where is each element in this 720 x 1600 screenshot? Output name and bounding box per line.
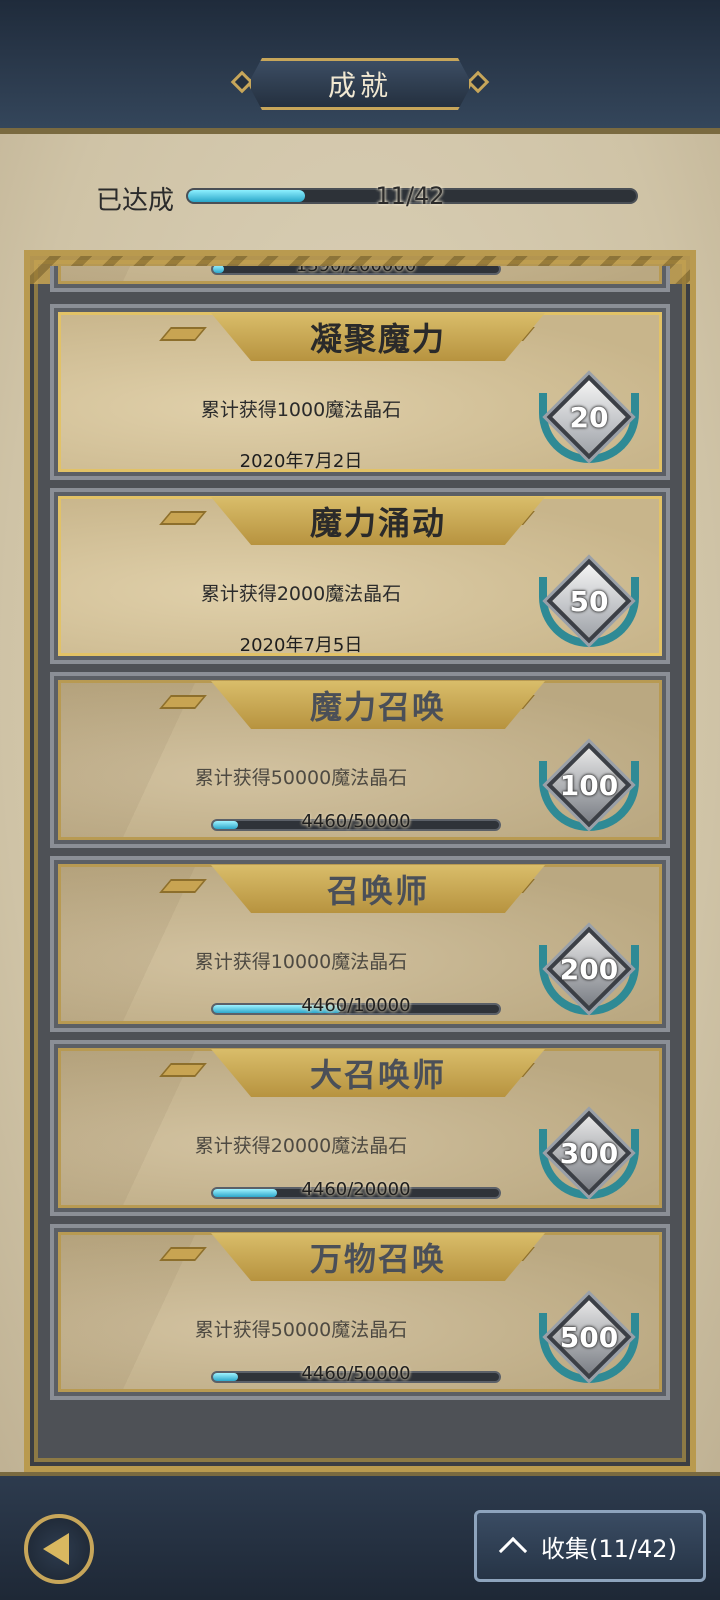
card-body: 万物召唤 累计获得50000魔法晶石 4460/50000 500 [58, 1232, 662, 1392]
achievement-list[interactable]: 1390/200000 凝聚魔力 累计获得1000魔法晶石 2020年7月2日 2… [46, 266, 674, 1464]
card-title-bar: 大召唤师 [211, 1049, 545, 1097]
card-progress-text: 4460/10000 [301, 995, 411, 1016]
card-title: 魔力涌动 [309, 504, 446, 542]
card-description: 累计获得20000魔法晶石 [194, 1135, 408, 1157]
card-title-bar: 凝聚魔力 [211, 313, 545, 361]
badge-value: 500 [559, 1321, 619, 1354]
card-description: 累计获得2000魔法晶石 [200, 583, 402, 605]
card-body: 凝聚魔力 累计获得1000魔法晶石 2020年7月2日 20 [58, 312, 662, 472]
card-body: 魔力涌动 累计获得2000魔法晶石 2020年7月5日 50 [58, 496, 662, 656]
card-title-bar: 万物召唤 [211, 1233, 545, 1281]
reward-badge: 100 [539, 741, 639, 841]
achievement-card[interactable]: 大召唤师 累计获得20000魔法晶石 4460/20000 300 [50, 1040, 670, 1216]
achievement-card[interactable]: 魔力召唤 累计获得50000魔法晶石 4460/50000 100 [50, 672, 670, 848]
back-arrow-icon [43, 1533, 69, 1565]
card-title: 魔力召唤 [309, 688, 446, 726]
achievement-card[interactable]: 召唤师 累计获得10000魔法晶石 4460/10000 200 [50, 856, 670, 1032]
collect-button[interactable]: 收集(11/42) [474, 1510, 706, 1582]
card-title-bar: 魔力召唤 [211, 681, 545, 729]
card-progress-text: 4460/50000 [301, 811, 411, 832]
reward-badge: 500 [539, 1293, 639, 1393]
card-title: 万物召唤 [309, 1240, 446, 1278]
badge-value: 100 [559, 769, 619, 802]
badge-value: 20 [569, 401, 609, 434]
card-title: 凝聚魔力 [309, 320, 446, 358]
badge-value: 300 [559, 1137, 619, 1170]
achievement-card[interactable]: 魔力涌动 累计获得2000魔法晶石 2020年7月5日 50 [50, 488, 670, 664]
card-progress-text: 1390/200000 [211, 266, 501, 276]
card-title: 大召唤师 [309, 1056, 446, 1094]
card-date: 2020年7月2日 [239, 451, 363, 472]
back-button[interactable] [24, 1514, 94, 1584]
title-deco-left [159, 511, 207, 525]
badge-value: 50 [569, 585, 609, 618]
reward-badge: 20 [539, 373, 639, 473]
summary-count: 11/42 [375, 182, 445, 210]
collect-button-label: 收集(11/42) [541, 1534, 677, 1563]
achievement-card-partial[interactable]: 1390/200000 [50, 266, 670, 292]
card-body: 魔力召唤 累计获得50000魔法晶石 4460/50000 100 [58, 680, 662, 840]
card-title: 召唤师 [326, 872, 429, 910]
card-date: 2020年7月5日 [239, 635, 363, 656]
title-deco-left [159, 327, 207, 341]
title-plate: 成就 [248, 58, 472, 110]
achievement-card[interactable]: 万物召唤 累计获得50000魔法晶石 4460/50000 500 [50, 1224, 670, 1400]
card-description: 累计获得1000魔法晶石 [200, 399, 402, 421]
summary-label: 已达成 [96, 186, 175, 216]
card-description: 累计获得10000魔法晶石 [194, 951, 408, 973]
title-deco-left [159, 695, 207, 709]
card-body: 召唤师 累计获得10000魔法晶石 4460/10000 200 [58, 864, 662, 1024]
title-deco-left [159, 879, 207, 893]
card-progress-text: 4460/50000 [301, 1363, 411, 1384]
card-description: 累计获得50000魔法晶石 [194, 1319, 408, 1341]
title-deco-left [159, 1063, 207, 1077]
chevron-up-icon [498, 1536, 528, 1566]
card-title-bar: 魔力涌动 [211, 497, 545, 545]
reward-badge: 200 [539, 925, 639, 1025]
card-description: 累计获得50000魔法晶石 [194, 767, 408, 789]
title-deco-left [159, 1247, 207, 1261]
page-title: 成就 [327, 69, 392, 102]
achievement-list-frame[interactable]: 1390/200000 凝聚魔力 累计获得1000魔法晶石 2020年7月2日 2… [24, 250, 696, 1472]
reward-badge: 50 [539, 557, 639, 657]
card-body: 大召唤师 累计获得20000魔法晶石 4460/20000 300 [58, 1048, 662, 1208]
card-body: 1390/200000 [58, 266, 662, 284]
reward-badge: 300 [539, 1109, 639, 1209]
badge-value: 200 [559, 953, 619, 986]
achievement-card[interactable]: 凝聚魔力 累计获得1000魔法晶石 2020年7月2日 20 [50, 304, 670, 480]
card-progress-text: 4460/20000 [301, 1179, 411, 1200]
card-title-bar: 召唤师 [211, 865, 545, 913]
summary-progress-fill [188, 190, 306, 202]
header-bar: 成就 [0, 0, 720, 134]
